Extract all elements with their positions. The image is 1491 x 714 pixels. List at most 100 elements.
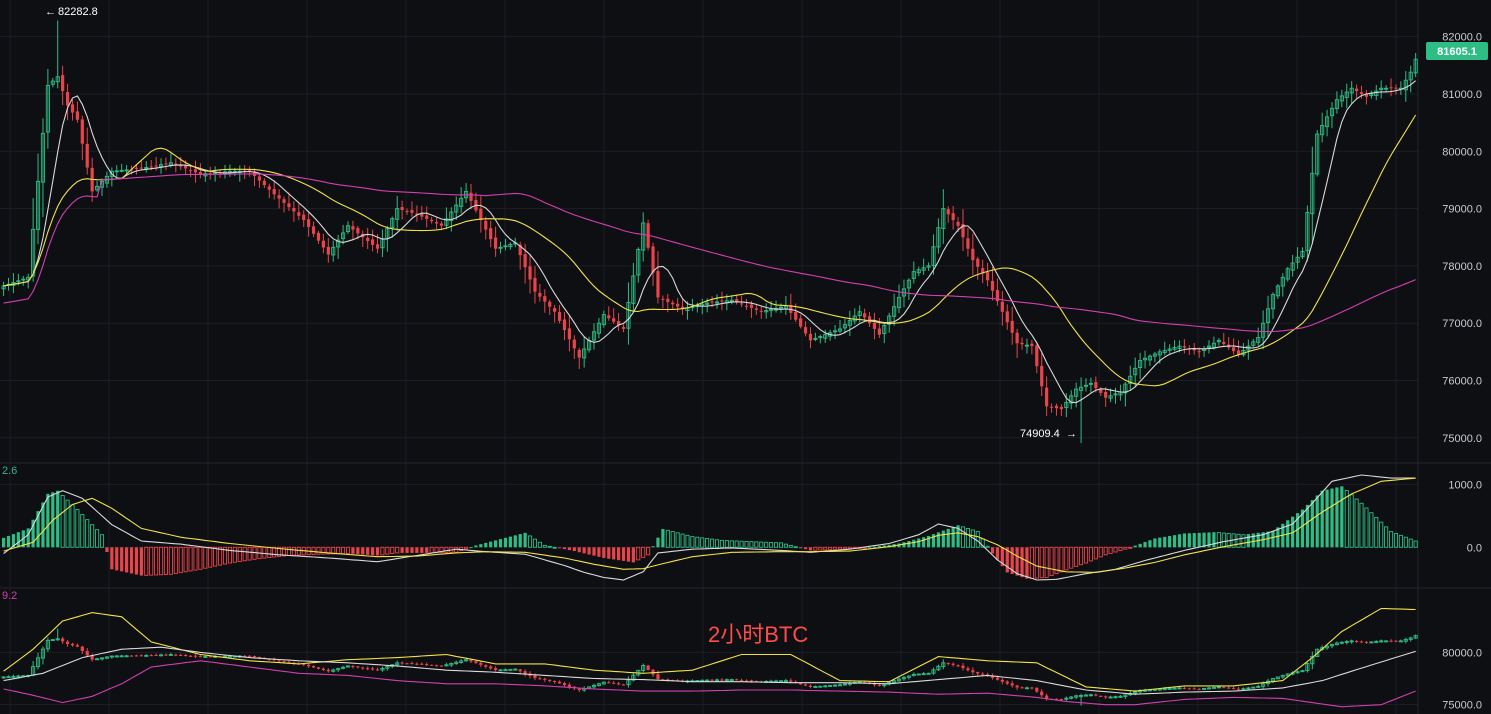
- boll-candle-body: [1099, 695, 1103, 697]
- macd-bar: [656, 537, 660, 548]
- macd-bar: [917, 538, 921, 548]
- boll-candle-body: [740, 680, 744, 682]
- macd-bar: [1172, 535, 1177, 548]
- macd-bar: [371, 547, 375, 556]
- candle-body: [572, 339, 576, 349]
- boll-candle-body: [557, 681, 562, 684]
- candle-body: [311, 226, 316, 234]
- boll-candle-body: [361, 667, 365, 669]
- boll-candle-body: [617, 683, 621, 685]
- boll-candle-body: [1010, 683, 1014, 686]
- candle-body: [867, 316, 872, 324]
- candle-body: [538, 292, 542, 297]
- boll-candle-body: [710, 679, 714, 681]
- macd-bar: [503, 537, 508, 548]
- boll-candle-body: [164, 654, 168, 656]
- boll-candle-body: [134, 655, 139, 657]
- boll-candle-body: [307, 664, 311, 667]
- candle-body: [749, 304, 754, 308]
- boll-candle-body: [434, 665, 439, 667]
- price-tick-label: 78000.0: [1442, 261, 1482, 273]
- candle-body: [872, 322, 877, 329]
- macd-bar: [405, 547, 409, 553]
- candle-body: [400, 207, 404, 211]
- candle-body: [65, 92, 70, 106]
- boll-candle-body: [1227, 687, 1231, 689]
- macd-bar: [139, 547, 143, 576]
- macd-bar: [621, 547, 626, 561]
- boll-candle-body: [184, 654, 188, 656]
- boll-candle-body: [966, 668, 970, 671]
- macd-bar: [1182, 533, 1186, 548]
- macd-bar: [1251, 533, 1255, 548]
- candle-body: [1232, 347, 1236, 352]
- candle-body: [1049, 406, 1054, 408]
- boll-candle-body: [607, 682, 611, 684]
- macd-bar: [1143, 542, 1147, 548]
- macd-bar: [366, 547, 370, 555]
- macd-bar: [415, 547, 419, 553]
- boll-candle-body: [425, 664, 429, 666]
- macd-bar: [577, 547, 581, 553]
- macd-bar: [115, 547, 119, 571]
- chart-background: [0, 0, 1491, 714]
- boll-candle-body: [316, 667, 321, 669]
- boll-candle-body: [430, 664, 434, 666]
- boll-candle-body: [548, 679, 552, 681]
- boll-candle-body: [193, 655, 198, 657]
- candle-body: [154, 165, 158, 167]
- candle-body: [277, 195, 281, 199]
- last-price-badge: 81605.1: [1426, 42, 1488, 60]
- macd-bar: [2, 537, 6, 548]
- candle-body: [410, 210, 414, 213]
- macd-bar: [518, 534, 522, 548]
- boll-candle-body: [439, 665, 444, 667]
- boll-candle-body: [61, 638, 65, 642]
- btc-2h-chart[interactable]: 82000.0 81000.0 80000.0 79000.0 78000.0 77000…: [0, 0, 1491, 714]
- candle-body: [326, 246, 330, 255]
- boll-candle-body: [562, 683, 567, 686]
- macd-corner-label: 2.6: [2, 465, 17, 477]
- boll-candle-body: [139, 655, 143, 657]
- candle-body: [863, 313, 867, 318]
- price-tick-label: 1000.0: [1448, 479, 1482, 491]
- candle-body: [1355, 88, 1359, 92]
- candle-body: [1059, 407, 1063, 410]
- boll-candle-body: [1187, 688, 1191, 690]
- macd-bar: [877, 546, 881, 548]
- macd-bar: [375, 547, 380, 556]
- boll-candle-body: [1355, 640, 1359, 642]
- boll-candle-body: [1236, 688, 1241, 690]
- candle-body: [262, 180, 266, 186]
- macd-bar: [134, 547, 139, 575]
- boll-candle-body: [577, 688, 581, 691]
- price-tick-label: 77000.0: [1442, 318, 1482, 330]
- candle-body: [543, 296, 547, 302]
- candle-body: [272, 188, 276, 195]
- boll-candle-body: [1020, 687, 1024, 689]
- macd-bar: [557, 547, 562, 549]
- candle-body: [803, 327, 808, 334]
- boll-candle-body: [1359, 641, 1364, 643]
- candle-body: [494, 237, 498, 249]
- macd-bar: [1192, 533, 1196, 548]
- candle-body: [1359, 92, 1364, 94]
- boll-candle-body: [149, 655, 153, 657]
- boll-candle-body: [808, 685, 813, 687]
- last-price-label: 81605.1: [1437, 46, 1477, 58]
- boll-candle-body: [484, 665, 488, 667]
- macd-bar: [1148, 540, 1152, 548]
- candle-body: [479, 208, 483, 221]
- boll-candle-body: [1005, 681, 1009, 684]
- macd-bar: [572, 547, 576, 552]
- price-tick-label: 79000.0: [1442, 204, 1482, 216]
- price-tick-label: 81000.0: [1442, 89, 1482, 101]
- boll-candle-body: [1015, 685, 1019, 688]
- boll-candle-body: [326, 669, 330, 672]
- candle-body: [808, 333, 813, 341]
- candle-body: [990, 280, 995, 291]
- macd-bar: [808, 547, 813, 551]
- macd-bar: [1266, 531, 1270, 548]
- candle-body: [877, 328, 881, 335]
- candle-body: [621, 327, 626, 329]
